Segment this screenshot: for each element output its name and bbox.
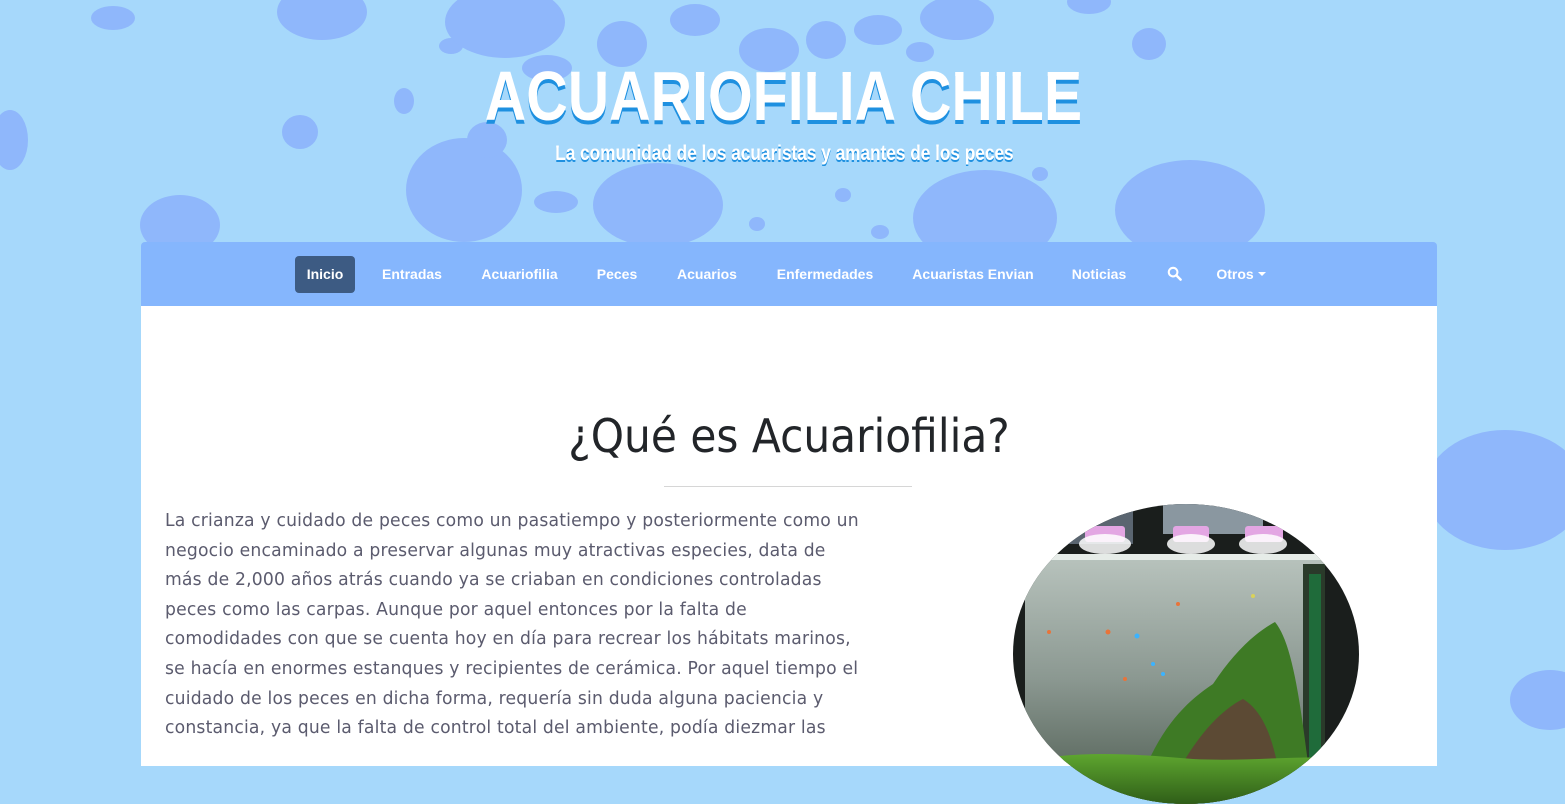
- aquarium-photo: [1013, 504, 1359, 804]
- search-icon: [1167, 266, 1182, 281]
- site-header: ACUARIOFILIA CHILE La comunidad de los a…: [0, 0, 1565, 240]
- paragraph-line: negocio encaminado a preservar algunas m…: [165, 539, 826, 561]
- nav-item-acuaristas-envian[interactable]: Acuaristas Envian: [903, 256, 1043, 293]
- nav-item-acuariofilia[interactable]: Acuariofilia: [472, 256, 567, 293]
- paragraph-line: se hacía en enormes estanques y recipien…: [165, 657, 859, 679]
- page-heading: ¿Qué es Acuariofilia?: [568, 409, 1010, 463]
- nav-item-enfermedades[interactable]: Enfermedades: [766, 256, 884, 293]
- nav-item-noticias[interactable]: Noticias: [1062, 256, 1136, 293]
- paragraph-line: comodidades con que se cuenta hoy en día…: [165, 628, 851, 650]
- heading-divider: [664, 486, 912, 487]
- nav-item-otros-dropdown[interactable]: Otros: [1210, 256, 1272, 293]
- paragraph-line: peces como las carpas. Aunque por aquel …: [165, 598, 747, 620]
- paragraph-line: más de 2,000 años atrás cuando ya se cri…: [165, 569, 822, 591]
- main-navbar: Inicio Entradas Acuariofilia Peces Acuar…: [141, 242, 1437, 306]
- nav-item-entradas[interactable]: Entradas: [372, 256, 452, 293]
- nav-item-inicio[interactable]: Inicio: [295, 256, 355, 293]
- article-paragraph: La crianza y cuidado de peces como un pa…: [165, 506, 948, 743]
- caret-down-icon: [1257, 272, 1266, 276]
- site-title[interactable]: ACUARIOFILIA CHILE: [142, 52, 1425, 140]
- search-button[interactable]: [1157, 256, 1191, 293]
- main-content: ¿Qué es Acuariofilia? La crianza y cuida…: [141, 306, 1437, 804]
- nav-item-peces[interactable]: Peces: [586, 256, 648, 293]
- paragraph-line: cuidado de los peces en dicha forma, req…: [165, 687, 824, 709]
- paragraph-line: La crianza y cuidado de peces como un pa…: [165, 510, 859, 531]
- site-tagline: La comunidad de los acuaristas y amantes…: [555, 142, 1014, 165]
- nav-item-otros-label: Otros: [1216, 266, 1254, 282]
- nav-item-acuarios[interactable]: Acuarios: [667, 256, 747, 293]
- paragraph-line: constancia, ya que la falta de control t…: [165, 717, 826, 739]
